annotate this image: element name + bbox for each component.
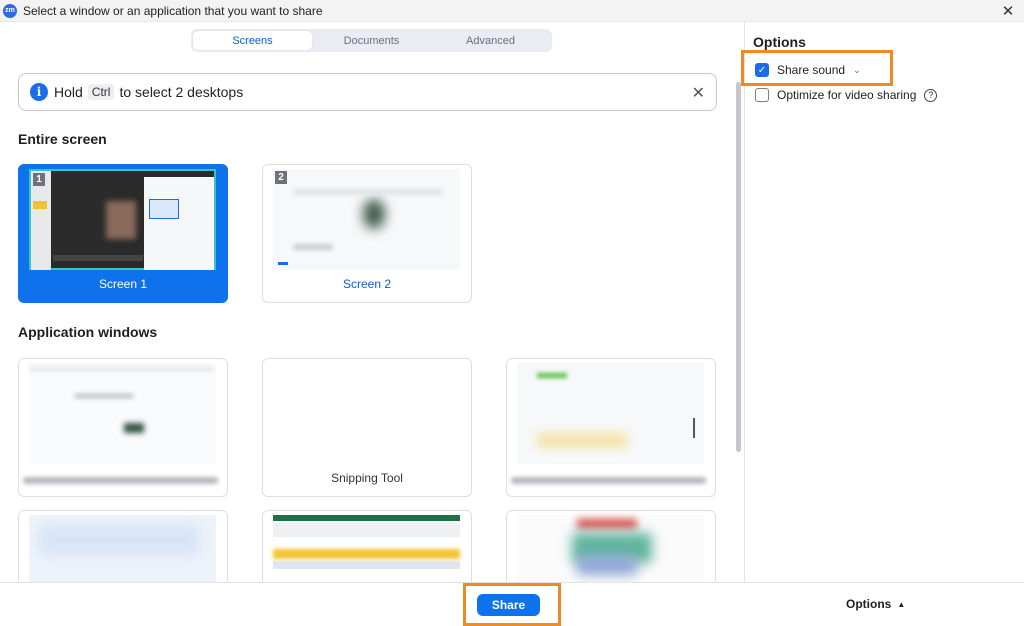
- app-window-thumbnail: [273, 515, 460, 582]
- vertical-scrollbar[interactable]: [736, 82, 741, 452]
- tab-documents[interactable]: Documents: [312, 31, 431, 50]
- app-window-card[interactable]: [506, 358, 716, 497]
- app-window-card[interactable]: [262, 510, 472, 582]
- optimize-video-checkbox[interactable]: [755, 88, 769, 102]
- optimize-video-label: Optimize for video sharing: [777, 88, 917, 102]
- dismiss-info-icon[interactable]: ✕: [692, 83, 705, 103]
- screen-1-card[interactable]: 1 Screen 1: [18, 164, 228, 303]
- app-window-thumbnail: [29, 363, 216, 464]
- app-window-thumbnail: [29, 515, 216, 582]
- window-title: Select a window or an application that y…: [23, 3, 323, 18]
- help-icon[interactable]: ?: [924, 88, 938, 102]
- footer-bar: Share Options ▲: [0, 582, 1024, 626]
- share-button[interactable]: Share: [477, 594, 540, 616]
- info-banner: i Hold Ctrl to select 2 desktops ✕: [18, 73, 717, 111]
- app-window-card[interactable]: [18, 358, 228, 497]
- screen-1-number: 1: [33, 173, 45, 186]
- share-tabs: Screens Documents Advanced: [191, 29, 552, 52]
- zoom-app-icon: zm: [3, 3, 17, 18]
- tab-advanced[interactable]: Advanced: [431, 31, 550, 50]
- share-content-panel: Screens Documents Advanced i Hold Ctrl t…: [0, 22, 744, 582]
- close-window-icon[interactable]: ✕: [1000, 2, 1016, 20]
- title-bar: zm Select a window or an application tha…: [0, 0, 1024, 22]
- screen-2-label: Screen 2: [342, 277, 392, 291]
- options-heading: Options: [753, 34, 806, 50]
- screen-2-number: 2: [275, 171, 287, 184]
- tab-screens[interactable]: Screens: [193, 31, 312, 50]
- app-window-thumbnail: [273, 363, 460, 464]
- app-window-thumbnail: [517, 515, 704, 582]
- info-icon: i: [30, 83, 48, 101]
- options-toggle-label: Options: [846, 597, 892, 611]
- screen-2-thumbnail: 2: [273, 169, 460, 270]
- screen-2-card[interactable]: 2 Screen 2: [262, 164, 472, 303]
- screen-1-label: Screen 1: [98, 277, 148, 291]
- app-window-card[interactable]: [18, 510, 228, 582]
- caret-up-icon: ▲: [897, 599, 906, 609]
- app-window-card[interactable]: [506, 510, 716, 582]
- app-window-label: Snipping Tool: [331, 471, 403, 485]
- info-suffix: to select 2 desktops: [119, 84, 244, 100]
- ctrl-key-label: Ctrl: [87, 84, 115, 100]
- app-window-thumbnail: [517, 363, 704, 464]
- options-toggle-button[interactable]: Options ▲: [846, 597, 905, 611]
- share-sound-option[interactable]: ✓ Share sound ⌄: [755, 63, 861, 77]
- chevron-down-icon[interactable]: ⌄: [853, 65, 861, 76]
- app-window-card-snipping-tool[interactable]: Snipping Tool: [262, 358, 472, 497]
- share-sound-label: Share sound: [777, 63, 846, 77]
- optimize-video-option[interactable]: Optimize for video sharing ?: [755, 88, 938, 102]
- application-windows-heading: Application windows: [18, 324, 158, 340]
- info-prefix: Hold: [54, 84, 83, 100]
- options-panel: Options ✓ Share sound ⌄ Optimize for vid…: [741, 22, 1024, 582]
- info-message: Hold Ctrl to select 2 desktops: [54, 84, 243, 100]
- screen-1-thumbnail: 1: [29, 169, 216, 270]
- share-sound-checkbox[interactable]: ✓: [755, 63, 769, 77]
- entire-screen-heading: Entire screen: [18, 131, 107, 147]
